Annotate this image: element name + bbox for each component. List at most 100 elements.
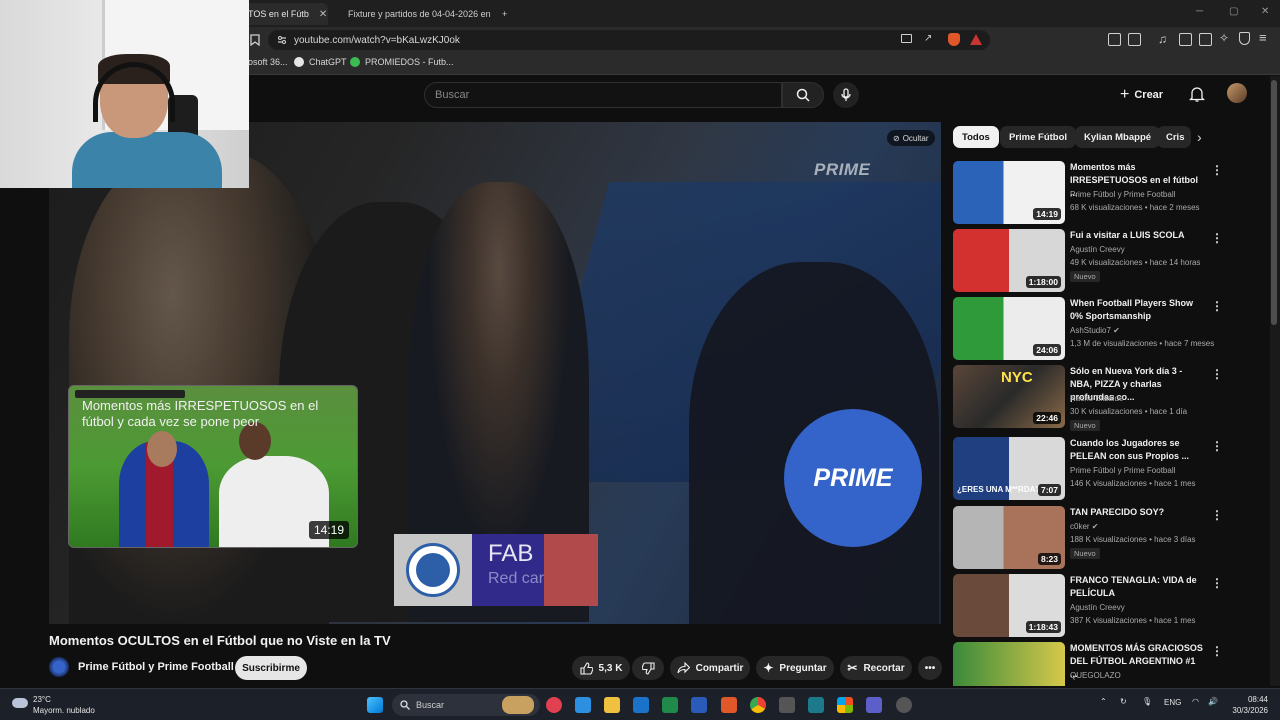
more-vertical-icon[interactable]: ⋮ <box>1211 367 1223 381</box>
rec-channel[interactable]: Agustín Creevy <box>1070 245 1125 254</box>
channel-name[interactable]: Prime Fútbol y Prime Football <box>78 661 234 673</box>
windows-start-icon[interactable] <box>367 697 383 713</box>
hide-endscreen-button[interactable]: ⊘ Ocultar <box>887 130 935 146</box>
tab-youtube-video[interactable]: TOS en el Fútb ✕ <box>240 3 328 25</box>
taskbar-clock[interactable]: 08:44 30/3/2026 <box>1226 694 1268 716</box>
new-tab-button[interactable]: + <box>494 3 516 25</box>
chrome-icon[interactable] <box>750 697 766 713</box>
rec-channel[interactable]: QUEGOLAZO <box>1070 671 1121 680</box>
minimize-icon[interactable]: ─ <box>1196 6 1203 17</box>
chevron-right-icon[interactable]: › <box>1197 129 1202 145</box>
list-item[interactable]: 24:06 When Football Players Show 0% Spor… <box>953 297 1263 361</box>
brave-browser-icon[interactable] <box>721 697 737 713</box>
settings-gear-icon[interactable] <box>896 697 912 713</box>
remote-desktop-icon[interactable] <box>808 697 824 713</box>
more-vertical-icon[interactable]: ⋮ <box>1211 576 1223 590</box>
notifications-bell-icon[interactable] <box>1189 85 1205 103</box>
more-vertical-icon[interactable]: ⋮ <box>1211 508 1223 522</box>
menu-icon[interactable]: ≡ <box>1259 30 1267 45</box>
calculator-icon[interactable] <box>779 697 795 713</box>
bookmark-chatgpt[interactable]: ChatGPT <box>294 57 347 67</box>
microphone-icon[interactable]: 🎙 <box>1142 697 1152 706</box>
wallet-icon[interactable] <box>1199 33 1212 46</box>
url-bar[interactable]: youtube.com/watch?v=bKaLwzKJ0ok ↗ <box>268 30 990 50</box>
more-actions-button[interactable]: ••• <box>918 656 942 680</box>
dislike-button[interactable] <box>632 656 664 680</box>
subscribe-button[interactable]: Suscribirme <box>235 656 307 680</box>
extensions-icon[interactable] <box>1108 33 1121 46</box>
rec-title[interactable]: TAN PARECIDO SOY? <box>1070 506 1205 519</box>
endscreen-video-card[interactable]: Momentos más IRRESPETUOSOS en el fútbol … <box>68 385 358 548</box>
cast-icon[interactable] <box>901 34 912 43</box>
rec-title[interactable]: FRANCO TENAGLIA: VIDA de PELÍCULA <box>1070 574 1205 600</box>
chip-prime-futbol[interactable]: Prime Fútbol <box>1000 126 1077 148</box>
leo-ai-icon[interactable]: ✧ <box>1219 31 1229 45</box>
outlook-icon[interactable] <box>633 697 649 713</box>
rec-channel[interactable]: Prime Fútbol y Prime Football <box>1070 466 1175 475</box>
file-explorer-icon[interactable] <box>604 697 620 713</box>
brave-rewards-icon[interactable] <box>970 34 982 45</box>
word-icon[interactable] <box>691 697 707 713</box>
maximize-icon[interactable]: ▢ <box>1229 6 1238 17</box>
media-icon[interactable]: ♫ <box>1158 32 1167 46</box>
video-thumbnail[interactable]: NYC 22:46 <box>953 365 1065 428</box>
taskbar-search[interactable]: Buscar <box>392 694 540 716</box>
more-vertical-icon[interactable]: ⋮ <box>1211 439 1223 453</box>
rec-channel[interactable]: Nacho Elizalde <box>1070 394 1123 403</box>
scrollbar-thumb[interactable] <box>1271 80 1277 325</box>
like-button[interactable]: 5,3 K <box>572 656 630 680</box>
teams-icon[interactable] <box>866 697 882 713</box>
chip-all[interactable]: Todos <box>953 126 999 148</box>
screenshot-icon[interactable] <box>1128 33 1141 46</box>
list-item[interactable]: 1:18:00 Fui a visitar a LUIS SCOLA Agust… <box>953 229 1263 293</box>
list-item[interactable]: 14:19 Momentos más IRRESPETUOSOS en el f… <box>953 161 1263 225</box>
list-item[interactable]: 8:23 TAN PARECIDO SOY? c0ker ✔ 188 K vis… <box>953 506 1263 570</box>
chip-cris[interactable]: Cris <box>1157 126 1191 148</box>
wifi-icon[interactable]: ◠ <box>1192 697 1199 706</box>
video-thumbnail[interactable]: 14:19 <box>953 161 1065 224</box>
rec-title[interactable]: Cuando los Jugadores se PELEAN con sus P… <box>1070 437 1205 463</box>
video-thumbnail[interactable]: 1:18:00 <box>953 229 1065 292</box>
bookmark-icon[interactable] <box>250 34 260 46</box>
list-item[interactable]: ¿ERES UNA M**RDA? 7:07 Cuando los Jugado… <box>953 437 1263 501</box>
create-button[interactable]: + Crear <box>1120 84 1163 106</box>
brave-shields-icon[interactable] <box>948 33 960 46</box>
close-window-icon[interactable]: ✕ <box>1261 6 1269 17</box>
video-thumbnail[interactable]: 8:23 <box>953 506 1065 569</box>
more-vertical-icon[interactable]: ⋮ <box>1211 644 1223 658</box>
bookmark-microsoft365[interactable]: osoft 36... <box>248 57 288 67</box>
ask-button[interactable]: ✦ Preguntar <box>756 656 834 680</box>
rec-channel[interactable]: Prime Fútbol y Prime Football <box>1070 190 1175 199</box>
volume-icon[interactable]: 🔊 <box>1208 697 1218 706</box>
share-icon[interactable]: ↗ <box>924 33 932 44</box>
more-vertical-icon[interactable]: ⋮ <box>1211 299 1223 313</box>
video-thumbnail[interactable]: 1:18:43 <box>953 574 1065 637</box>
video-thumbnail[interactable]: ¿ERES UNA M**RDA? 7:07 <box>953 437 1065 500</box>
account-avatar[interactable] <box>1227 83 1247 103</box>
search-button[interactable] <box>782 82 824 108</box>
more-vertical-icon[interactable]: ⋮ <box>1211 231 1223 245</box>
voice-search-button[interactable] <box>833 82 859 108</box>
chip-kylian-mbappe[interactable]: Kylian Mbappé <box>1075 126 1161 148</box>
channel-avatar[interactable] <box>49 657 69 677</box>
sidebar-icon[interactable] <box>1179 33 1192 46</box>
rec-channel[interactable]: c0ker ✔ <box>1070 522 1099 531</box>
vscode-icon[interactable] <box>575 697 591 713</box>
close-icon[interactable]: ✕ <box>319 9 327 20</box>
rec-title[interactable]: When Football Players Show 0% Sportsmans… <box>1070 297 1205 323</box>
more-vertical-icon[interactable]: ⋮ <box>1211 163 1223 177</box>
list-item[interactable]: NYC 22:46 Sólo en Nueva York día 3 - NBA… <box>953 365 1263 431</box>
share-button[interactable]: Compartir <box>670 656 750 680</box>
chevron-up-icon[interactable]: ⌃ <box>1100 697 1107 706</box>
sync-icon[interactable]: ↻ <box>1120 697 1127 706</box>
clip-button[interactable]: ✂ Recortar <box>840 656 912 680</box>
excel-icon[interactable] <box>662 697 678 713</box>
rec-channel[interactable]: AshStudio7 ✔ <box>1070 326 1120 335</box>
vpn-icon[interactable] <box>1239 32 1250 45</box>
rec-title[interactable]: Fui a visitar a LUIS SCOLA <box>1070 229 1205 242</box>
tab-fixture[interactable]: Fixture y partidos de 04-04-2026 en <box>332 3 492 25</box>
video-player[interactable]: ⊘ Ocultar PRIME Momentos más IRRESPETUOS… <box>49 122 941 624</box>
list-item[interactable]: MOMENTOS MÁS GRACIOSOS DEL FÚTBOL ARGENT… <box>953 642 1263 686</box>
search-input[interactable]: Buscar <box>424 82 782 108</box>
video-thumbnail[interactable]: 24:06 <box>953 297 1065 360</box>
